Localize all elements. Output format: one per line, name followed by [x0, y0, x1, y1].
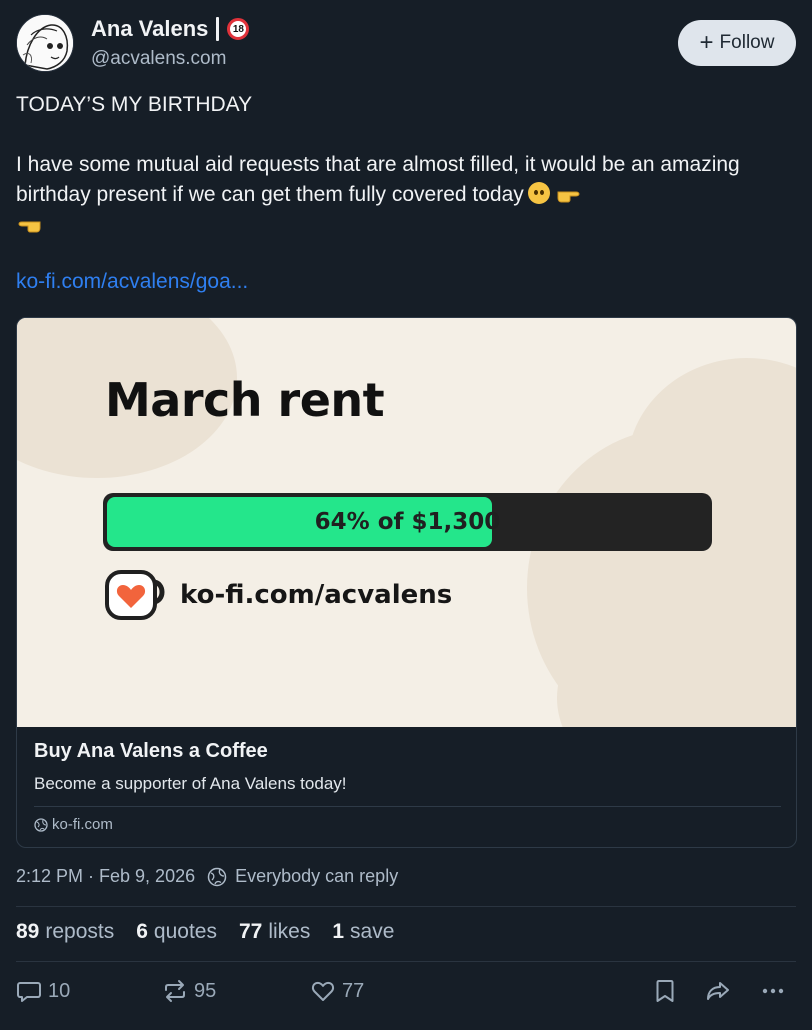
repost-icon — [165, 980, 185, 1002]
name-separator — [216, 17, 220, 41]
pointing-left-emoji-icon — [18, 221, 41, 233]
quotes-stat[interactable]: 6 quotes — [136, 920, 217, 944]
follow-button[interactable]: + Follow — [678, 20, 796, 66]
card-image-url: ko-fi.com/acvalens — [180, 580, 453, 610]
post-line-2: I have some mutual aid requests that are… — [16, 150, 796, 240]
like-count: 77 — [342, 979, 365, 1002]
post-timestamp[interactable]: 2:12 PM · Feb 9, 2026 — [16, 866, 195, 887]
reply-settings-globe-icon — [207, 867, 227, 886]
author-handle[interactable]: @acvalens.com — [91, 48, 226, 70]
heart-icon — [311, 981, 335, 1001]
pointing-right-emoji-icon — [557, 191, 580, 203]
kofi-cup-icon — [105, 570, 165, 620]
bookmark-button[interactable] — [652, 978, 678, 1004]
more-dots-icon — [762, 988, 784, 994]
card-meta: Buy Ana Valens a Coffee Become a support… — [34, 740, 781, 833]
pleading-face-emoji-icon — [527, 182, 550, 204]
engagement-stats: 89 reposts 6 quotes 77 likes 1 save — [16, 920, 394, 944]
action-bar: 10 95 77 — [16, 978, 796, 1012]
share-button[interactable] — [705, 978, 731, 1004]
reply-setting[interactable]: Everybody can reply — [235, 866, 398, 887]
author-name-row: Ana Valens 18 — [91, 16, 250, 42]
globe-icon — [34, 817, 48, 832]
repost-count: 95 — [194, 979, 217, 1002]
repost-button[interactable]: 95 — [162, 978, 216, 1004]
reply-count: 10 — [48, 979, 71, 1002]
reply-icon — [17, 982, 41, 1002]
more-options-button[interactable] — [760, 978, 786, 1004]
reposts-stat[interactable]: 89 reposts — [16, 920, 114, 944]
stats-divider-bottom — [16, 961, 796, 962]
follow-label: Follow — [719, 32, 775, 53]
reply-button[interactable]: 10 — [16, 978, 70, 1004]
card-domain-row: ko-fi.com — [34, 816, 781, 833]
card-description: Become a supporter of Ana Valens today! — [34, 774, 347, 793]
card-image: March rent 64% of $1,300 ko-fi.com/acval… — [17, 318, 796, 727]
post-body: TODAY’S MY BIRTHDAY I have some mutual a… — [16, 90, 796, 240]
likes-stat[interactable]: 77 likes — [239, 920, 310, 944]
goal-title: March rent — [105, 373, 385, 427]
stats-divider-top — [16, 906, 796, 907]
link-preview-card[interactable]: March rent 64% of $1,300 ko-fi.com/acval… — [16, 317, 797, 848]
adult-content-badge: 18 — [227, 18, 250, 40]
bookmark-icon — [656, 980, 674, 1002]
post-meta: 2:12 PM · Feb 9, 2026 Everybody can repl… — [16, 866, 398, 887]
plus-icon: + — [699, 29, 714, 56]
like-button[interactable]: 77 — [310, 978, 364, 1004]
post-link[interactable]: ko-fi.com/acvalens/goa... — [16, 270, 248, 294]
author-name[interactable]: Ana Valens — [91, 16, 208, 42]
post-line-1: TODAY’S MY BIRTHDAY — [16, 93, 253, 116]
card-domain: ko-fi.com — [52, 816, 113, 833]
goal-progress-label: 64% of $1,300 — [314, 509, 501, 535]
card-heading: Buy Ana Valens a Coffee — [34, 740, 268, 762]
avatar[interactable] — [16, 14, 74, 72]
share-arrow-icon — [707, 982, 729, 1000]
goal-progress-bar: 64% of $1,300 — [103, 493, 712, 551]
post-header: Ana Valens 18 @acvalens.com + Follow — [16, 14, 796, 74]
card-divider — [34, 806, 781, 807]
saves-stat[interactable]: 1 save — [332, 920, 394, 944]
